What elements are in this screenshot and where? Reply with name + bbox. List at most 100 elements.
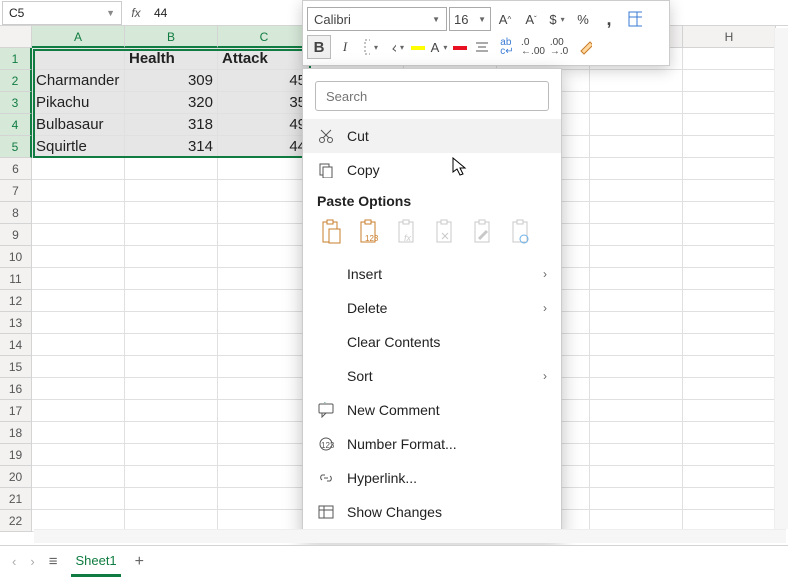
cell[interactable] <box>590 92 683 114</box>
col-header-C[interactable]: C <box>218 26 311 48</box>
cell[interactable] <box>125 378 218 400</box>
cell[interactable] <box>590 268 683 290</box>
wrap-text-icon[interactable]: abc↵ <box>495 35 519 59</box>
increase-decimal-icon[interactable]: .0←.00 <box>521 35 545 59</box>
decrease-font-icon[interactable]: Aˇ <box>519 7 543 31</box>
cell[interactable] <box>590 180 683 202</box>
row-header-1[interactable]: 1 <box>0 48 32 70</box>
cell[interactable] <box>32 334 125 356</box>
cell[interactable] <box>125 444 218 466</box>
col-header-H[interactable]: H <box>683 26 776 48</box>
cell[interactable] <box>590 70 683 92</box>
col-header-B[interactable]: B <box>125 26 218 48</box>
cell[interactable] <box>683 466 776 488</box>
add-sheet-icon[interactable]: + <box>135 553 144 571</box>
cell[interactable] <box>218 158 311 180</box>
cell[interactable] <box>218 180 311 202</box>
horizontal-scrollbar[interactable] <box>34 529 786 543</box>
cell[interactable] <box>125 202 218 224</box>
context-show-changes[interactable]: Show Changes <box>303 495 561 529</box>
cell[interactable] <box>125 334 218 356</box>
cell[interactable] <box>683 268 776 290</box>
cell[interactable] <box>683 290 776 312</box>
row-header-13[interactable]: 13 <box>0 312 32 334</box>
cell[interactable] <box>32 48 125 70</box>
borders-button[interactable]: ▾ <box>359 35 383 59</box>
cell[interactable]: 314 <box>125 136 218 158</box>
format-table-icon[interactable] <box>623 7 647 31</box>
cell[interactable]: Pikachu <box>32 92 125 114</box>
cell[interactable] <box>125 224 218 246</box>
cell[interactable] <box>32 488 125 510</box>
cell[interactable] <box>125 466 218 488</box>
vertical-scrollbar[interactable] <box>774 28 788 529</box>
cell[interactable] <box>683 378 776 400</box>
cell[interactable] <box>125 268 218 290</box>
cell[interactable] <box>218 312 311 334</box>
row-header-11[interactable]: 11 <box>0 268 32 290</box>
cell[interactable] <box>683 334 776 356</box>
cell[interactable] <box>590 488 683 510</box>
cell[interactable] <box>32 290 125 312</box>
fx-icon[interactable]: fx <box>124 6 148 20</box>
fill-color-button[interactable]: ▾ <box>385 35 409 59</box>
cell[interactable]: 44 <box>218 136 311 158</box>
cell[interactable] <box>590 356 683 378</box>
cell[interactable]: 309 <box>125 70 218 92</box>
cell[interactable] <box>590 136 683 158</box>
cell[interactable]: 45 <box>218 70 311 92</box>
cell[interactable] <box>218 334 311 356</box>
row-header-8[interactable]: 8 <box>0 202 32 224</box>
paste-values-icon[interactable]: 123 <box>355 217 383 247</box>
cell[interactable] <box>683 422 776 444</box>
cell[interactable]: Charmander <box>32 70 125 92</box>
cell[interactable] <box>590 378 683 400</box>
row-header-2[interactable]: 2 <box>0 70 32 92</box>
cell[interactable] <box>32 378 125 400</box>
cell[interactable] <box>590 290 683 312</box>
cell[interactable] <box>590 312 683 334</box>
cell[interactable] <box>590 400 683 422</box>
cell[interactable] <box>32 466 125 488</box>
sheet-tab[interactable]: Sheet1 <box>71 547 120 577</box>
cell[interactable]: 49 <box>218 114 311 136</box>
cell[interactable] <box>683 48 776 70</box>
font-color-button[interactable]: A▾ <box>427 35 451 59</box>
cell[interactable] <box>218 444 311 466</box>
row-header-4[interactable]: 4 <box>0 114 32 136</box>
select-all-corner[interactable] <box>0 26 32 48</box>
cell[interactable] <box>218 400 311 422</box>
font-size-select[interactable]: 16▼ <box>449 7 491 31</box>
clear-format-icon[interactable] <box>573 35 597 59</box>
context-hyperlink[interactable]: Hyperlink... <box>303 461 561 495</box>
cell[interactable] <box>218 246 311 268</box>
cell[interactable] <box>590 422 683 444</box>
cell[interactable]: 320 <box>125 92 218 114</box>
cell[interactable] <box>125 246 218 268</box>
cell[interactable] <box>683 400 776 422</box>
cell[interactable] <box>32 444 125 466</box>
cell[interactable] <box>590 202 683 224</box>
cell[interactable] <box>590 466 683 488</box>
cell[interactable] <box>683 114 776 136</box>
cell[interactable] <box>683 444 776 466</box>
cell[interactable] <box>590 224 683 246</box>
context-insert[interactable]: Insert › <box>303 257 561 291</box>
cell[interactable] <box>125 158 218 180</box>
cell[interactable] <box>125 488 218 510</box>
cell[interactable]: 35 <box>218 92 311 114</box>
cell[interactable] <box>218 488 311 510</box>
sheet-list-icon[interactable]: ≡ <box>49 553 58 570</box>
row-header-12[interactable]: 12 <box>0 290 32 312</box>
context-copy[interactable]: Copy <box>303 153 561 187</box>
cell[interactable] <box>218 356 311 378</box>
context-number-format[interactable]: 123 Number Format... <box>303 427 561 461</box>
cell[interactable]: Bulbasaur <box>32 114 125 136</box>
cell[interactable] <box>125 422 218 444</box>
accounting-format-icon[interactable]: $▾ <box>545 7 569 31</box>
cell[interactable] <box>125 400 218 422</box>
comma-format-icon[interactable]: , <box>597 7 621 31</box>
cell[interactable] <box>683 92 776 114</box>
row-header-22[interactable]: 22 <box>0 510 32 532</box>
cell[interactable] <box>590 246 683 268</box>
